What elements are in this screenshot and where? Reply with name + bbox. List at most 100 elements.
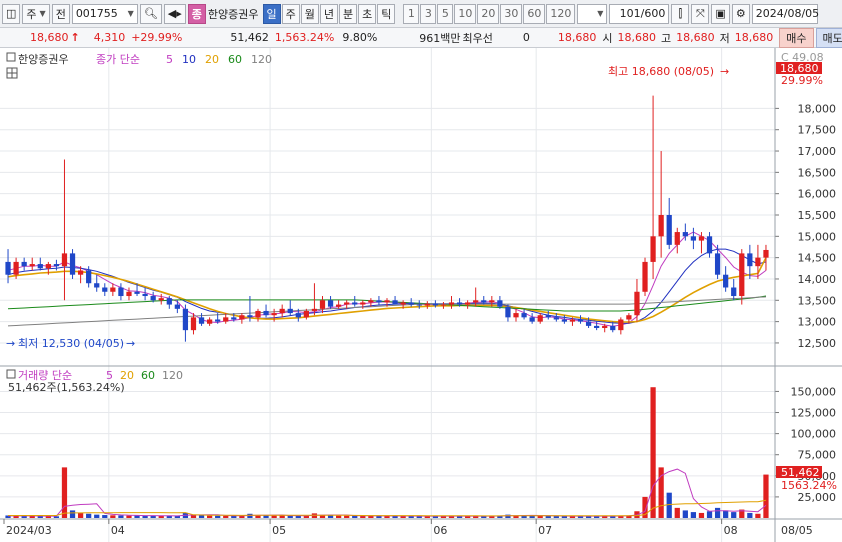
volume-bar [723, 510, 729, 518]
volume-bar [271, 515, 277, 518]
candle-body [618, 319, 624, 331]
stock-chart[interactable]: 12,500 13,000 13,500 14,000 14,500 15,000 15,5… [0, 48, 842, 542]
candle-body [682, 232, 688, 237]
candle-settings-icon[interactable]: ⫿ [671, 3, 690, 24]
candle-body [642, 261, 648, 292]
ma-legend-5: 5 [166, 53, 173, 66]
save-icon[interactable]: ▣ [711, 3, 730, 24]
candle-body [360, 302, 366, 305]
sell-button[interactable]: 매도 [815, 27, 842, 48]
price-tick-label: 14,000 [798, 273, 837, 286]
candle-body [440, 304, 447, 306]
gear-icon[interactable]: ⚙ [731, 3, 750, 24]
candle-body [376, 300, 382, 303]
price-tick-label: 13,500 [798, 294, 837, 307]
candle-body [497, 300, 503, 307]
period-tab-3[interactable]: 년 [319, 3, 338, 24]
candle-body [336, 304, 342, 307]
buy-button[interactable]: 매수 [779, 27, 814, 48]
volume-bar [763, 474, 769, 518]
candle-body [287, 308, 293, 314]
candle-body [303, 310, 309, 318]
count-display[interactable]: 101/600 [609, 3, 670, 24]
candle-body [190, 317, 197, 331]
volume-bar [69, 510, 76, 518]
date-input[interactable]: 2024/08/05 [751, 3, 819, 24]
interval-dropdown[interactable]: ▼ [577, 3, 608, 24]
volume-panel-collapse-icon[interactable] [6, 369, 16, 379]
current-volume-pct-tag: 1563.24% [781, 479, 837, 492]
candle-body [400, 302, 406, 305]
volume-ma-legend-120: 120 [162, 369, 183, 382]
price-tick-label: 17,000 [798, 145, 837, 158]
panel-collapse-icon[interactable] [6, 52, 16, 62]
volume-bar [223, 515, 229, 518]
interval-tab-120[interactable]: 120 [546, 3, 576, 24]
up-arrow-icon: ↑ [70, 31, 80, 44]
search-icon[interactable]: 🔍︎ [139, 3, 162, 24]
ma-legend-120: 120 [251, 53, 272, 66]
chart-type-icon[interactable]: ◫ [2, 3, 21, 24]
interval-tab-30[interactable]: 30 [500, 3, 523, 24]
period-tab-2[interactable]: 월 [300, 3, 319, 24]
candle-body [158, 298, 164, 301]
chart-toolbar: ◫ 주 ▼ 전 001755 ▼ 🔍︎ ◀▸ 종 한양증권우 일주월년분초틱 135… [0, 0, 842, 28]
interval-tab-20[interactable]: 20 [477, 3, 500, 24]
price-tick-label: 17,500 [798, 124, 837, 137]
period-tab-0[interactable]: 일 [262, 3, 281, 24]
speaker-icon[interactable]: ◀▸ [163, 3, 186, 24]
volume-bar [215, 515, 221, 518]
volume-bar [118, 515, 124, 518]
high-annotation: 최고 18,680 (08/05) [608, 65, 714, 78]
period-tab-5[interactable]: 초 [358, 3, 377, 24]
price-panel-title: 한양증권우 [18, 53, 69, 66]
interval-tab-3[interactable]: 3 [420, 3, 437, 24]
candle-body [755, 257, 761, 267]
volume-bar [650, 387, 656, 518]
candle-body [456, 302, 463, 305]
current-pct-tag: 29.99% [781, 74, 823, 87]
volume-bar [142, 515, 148, 518]
low-arrow-icon: → [126, 337, 135, 350]
best-ask-value: 18,680 [557, 31, 597, 44]
candle-body [594, 325, 600, 329]
candle-body [731, 287, 737, 297]
volume-bar [706, 511, 713, 518]
period-tab-6[interactable]: 틱 [377, 3, 396, 24]
volume-bar [747, 512, 753, 518]
chart-type-label: 주 [26, 7, 37, 21]
interval-tab-5[interactable]: 5 [437, 3, 454, 24]
interval-tab-1[interactable]: 1 [403, 3, 420, 24]
candle-body [626, 315, 632, 320]
stock-code-input[interactable]: 001755 ▼ [71, 3, 138, 24]
prev-toggle[interactable]: 전 [51, 3, 70, 24]
candle-body [690, 236, 697, 241]
volume-bar [102, 515, 108, 518]
candle-body [255, 310, 261, 318]
candle-body [384, 300, 390, 303]
chart-background [0, 48, 842, 542]
candle-body [102, 287, 108, 292]
interval-tab-60[interactable]: 60 [523, 3, 546, 24]
period-tab-1[interactable]: 주 [281, 3, 300, 24]
volume-bar [336, 515, 342, 518]
candle-body [271, 313, 277, 316]
interval-tab-10[interactable]: 10 [454, 3, 477, 24]
low-arrow-icon: → [6, 337, 15, 350]
candle-body [69, 253, 76, 275]
candle-body [368, 300, 374, 303]
period-tabs: 일주월년분초틱 [262, 3, 396, 24]
candle-body [231, 317, 237, 320]
crosshair-icon[interactable]: ⤧ [691, 3, 710, 24]
volume-tick-label: 75,000 [798, 449, 837, 462]
candle-body [126, 291, 132, 297]
chart-type-select[interactable]: 주 ▼ [22, 3, 50, 24]
candle-body [577, 319, 584, 322]
chevron-down-icon[interactable]: ▼ [128, 9, 134, 18]
candle-body [392, 300, 398, 305]
volume-bar [327, 515, 334, 518]
period-tab-4[interactable]: 분 [339, 3, 358, 24]
candle-body [569, 319, 576, 322]
volume-bar [86, 513, 92, 518]
price-tick-label: 12,500 [798, 337, 837, 350]
